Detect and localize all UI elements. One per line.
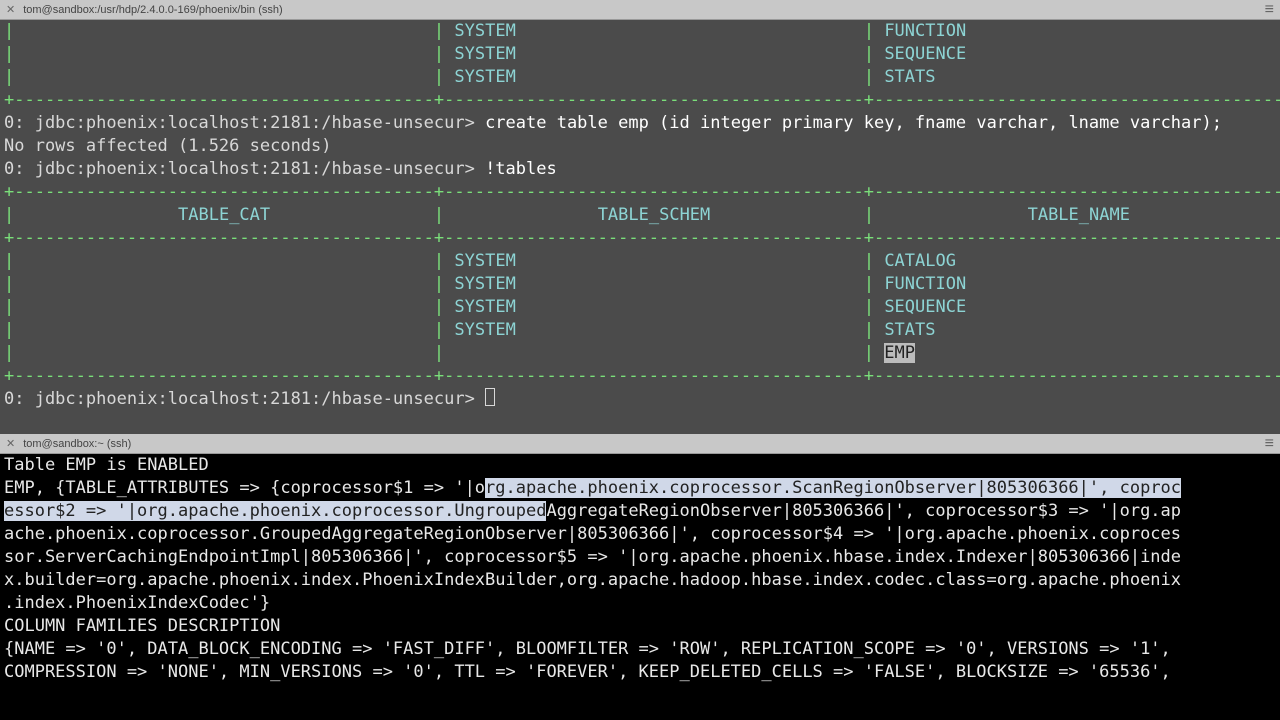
table-name-emp: EMP <box>884 343 915 363</box>
titlebar-top: ✕ tom@sandbox:/usr/hdp/2.4.0.0-169/phoen… <box>0 0 1280 20</box>
terminal-output-top: | | SYSTEM | FUNCTION | | | SYSTEM <box>0 20 1280 411</box>
hamburger-icon[interactable]: ≡ <box>1265 4 1274 16</box>
cursor-icon <box>485 388 495 406</box>
titlebar-bottom: ✕ tom@sandbox:~ (ssh) ≡ <box>0 434 1280 454</box>
hamburger-icon[interactable]: ≡ <box>1265 438 1274 450</box>
terminal-pane-top[interactable]: | | SYSTEM | FUNCTION | | | SYSTEM <box>0 20 1280 434</box>
window-title-bottom: tom@sandbox:~ (ssh) <box>23 438 1264 450</box>
close-icon[interactable]: ✕ <box>6 437 15 450</box>
sql-command-tables: !tables <box>485 159 557 179</box>
terminal-output-bottom: Table EMP is ENABLED EMP, {TABLE_ATTRIBU… <box>0 454 1280 684</box>
close-icon[interactable]: ✕ <box>6 3 15 16</box>
selected-text: rg.apache.phoenix.coprocessor.ScanRegion… <box>485 478 1181 498</box>
terminal-pane-bottom[interactable]: Table EMP is ENABLED EMP, {TABLE_ATTRIBU… <box>0 454 1280 720</box>
sql-command-create: create table emp (id integer primary key… <box>485 113 1222 133</box>
window-title-top: tom@sandbox:/usr/hdp/2.4.0.0-169/phoenix… <box>23 4 1264 16</box>
selected-text: essor$2 => '|org.apache.phoenix.coproces… <box>4 501 546 521</box>
